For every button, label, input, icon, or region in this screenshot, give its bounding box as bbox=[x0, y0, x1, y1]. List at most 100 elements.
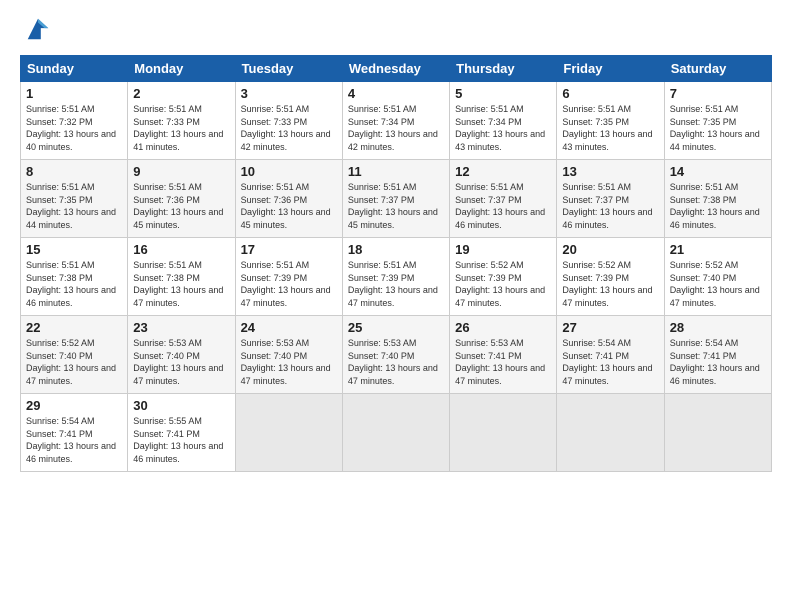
day-info: Sunrise: 5:53 AMSunset: 7:40 PMDaylight:… bbox=[241, 338, 331, 386]
day-number: 8 bbox=[26, 164, 122, 179]
calendar-day: 6 Sunrise: 5:51 AMSunset: 7:35 PMDaylight… bbox=[557, 82, 664, 160]
day-info: Sunrise: 5:51 AMSunset: 7:35 PMDaylight:… bbox=[26, 182, 116, 230]
day-number: 19 bbox=[455, 242, 551, 257]
calendar-week-1: 1Sunrise: 5:51 AMSunset: 7:32 PMDaylight… bbox=[21, 82, 772, 160]
day-info: Sunrise: 5:51 AMSunset: 7:34 PMDaylight:… bbox=[348, 104, 438, 152]
day-info: Sunrise: 5:51 AMSunset: 7:37 PMDaylight:… bbox=[562, 182, 652, 230]
day-info: Sunrise: 5:55 AMSunset: 7:41 PMDaylight:… bbox=[133, 416, 223, 464]
calendar-day: 20 Sunrise: 5:52 AMSunset: 7:39 PMDayligh… bbox=[557, 238, 664, 316]
calendar-week-2: 8 Sunrise: 5:51 AMSunset: 7:35 PMDaylight… bbox=[21, 160, 772, 238]
day-info: Sunrise: 5:51 AMSunset: 7:36 PMDaylight:… bbox=[133, 182, 223, 230]
day-number: 14 bbox=[670, 164, 766, 179]
logo bbox=[20, 15, 52, 43]
day-info: Sunrise: 5:51 AMSunset: 7:34 PMDaylight:… bbox=[455, 104, 545, 152]
day-info: Sunrise: 5:52 AMSunset: 7:39 PMDaylight:… bbox=[455, 260, 545, 308]
day-info: Sunrise: 5:53 AMSunset: 7:40 PMDaylight:… bbox=[348, 338, 438, 386]
calendar-table: SundayMondayTuesdayWednesdayThursdayFrid… bbox=[20, 55, 772, 472]
day-number: 30 bbox=[133, 398, 229, 413]
day-info: Sunrise: 5:51 AMSunset: 7:35 PMDaylight:… bbox=[562, 104, 652, 152]
weekday-header-friday: Friday bbox=[557, 56, 664, 82]
calendar-day: 28 Sunrise: 5:54 AMSunset: 7:41 PMDayligh… bbox=[664, 316, 771, 394]
calendar-day: 22 Sunrise: 5:52 AMSunset: 7:40 PMDayligh… bbox=[21, 316, 128, 394]
day-number: 5 bbox=[455, 86, 551, 101]
day-number: 17 bbox=[241, 242, 337, 257]
day-number: 6 bbox=[562, 86, 658, 101]
calendar-day: 1Sunrise: 5:51 AMSunset: 7:32 PMDaylight… bbox=[21, 82, 128, 160]
day-number: 26 bbox=[455, 320, 551, 335]
weekday-header-thursday: Thursday bbox=[450, 56, 557, 82]
day-number: 25 bbox=[348, 320, 444, 335]
calendar-day: 29 Sunrise: 5:54 AMSunset: 7:41 PMDayligh… bbox=[21, 394, 128, 472]
day-info: Sunrise: 5:51 AMSunset: 7:33 PMDaylight:… bbox=[241, 104, 331, 152]
weekday-header-saturday: Saturday bbox=[664, 56, 771, 82]
day-info: Sunrise: 5:51 AMSunset: 7:35 PMDaylight:… bbox=[670, 104, 760, 152]
day-info: Sunrise: 5:51 AMSunset: 7:38 PMDaylight:… bbox=[133, 260, 223, 308]
day-info: Sunrise: 5:54 AMSunset: 7:41 PMDaylight:… bbox=[26, 416, 116, 464]
weekday-header-row: SundayMondayTuesdayWednesdayThursdayFrid… bbox=[21, 56, 772, 82]
day-number: 21 bbox=[670, 242, 766, 257]
calendar-day: 12Sunrise: 5:51 AMSunset: 7:37 PMDayligh… bbox=[450, 160, 557, 238]
day-number: 4 bbox=[348, 86, 444, 101]
day-info: Sunrise: 5:54 AMSunset: 7:41 PMDaylight:… bbox=[562, 338, 652, 386]
calendar-day: 13 Sunrise: 5:51 AMSunset: 7:37 PMDayligh… bbox=[557, 160, 664, 238]
calendar-week-5: 29 Sunrise: 5:54 AMSunset: 7:41 PMDayligh… bbox=[21, 394, 772, 472]
calendar-day: 5 Sunrise: 5:51 AMSunset: 7:34 PMDaylight… bbox=[450, 82, 557, 160]
day-info: Sunrise: 5:51 AMSunset: 7:38 PMDaylight:… bbox=[670, 182, 760, 230]
calendar-day: 16 Sunrise: 5:51 AMSunset: 7:38 PMDayligh… bbox=[128, 238, 235, 316]
day-number: 10 bbox=[241, 164, 337, 179]
calendar-day: 21Sunrise: 5:52 AMSunset: 7:40 PMDayligh… bbox=[664, 238, 771, 316]
day-info: Sunrise: 5:52 AMSunset: 7:39 PMDaylight:… bbox=[562, 260, 652, 308]
day-number: 29 bbox=[26, 398, 122, 413]
day-number: 2 bbox=[133, 86, 229, 101]
day-info: Sunrise: 5:51 AMSunset: 7:36 PMDaylight:… bbox=[241, 182, 331, 230]
calendar-day bbox=[450, 394, 557, 472]
day-info: Sunrise: 5:51 AMSunset: 7:39 PMDaylight:… bbox=[241, 260, 331, 308]
header bbox=[20, 15, 772, 43]
calendar-day: 26 Sunrise: 5:53 AMSunset: 7:41 PMDayligh… bbox=[450, 316, 557, 394]
calendar-day: 4 Sunrise: 5:51 AMSunset: 7:34 PMDaylight… bbox=[342, 82, 449, 160]
calendar-week-4: 22 Sunrise: 5:52 AMSunset: 7:40 PMDayligh… bbox=[21, 316, 772, 394]
calendar-day: 27 Sunrise: 5:54 AMSunset: 7:41 PMDayligh… bbox=[557, 316, 664, 394]
day-number: 24 bbox=[241, 320, 337, 335]
day-number: 16 bbox=[133, 242, 229, 257]
day-number: 22 bbox=[26, 320, 122, 335]
day-number: 3 bbox=[241, 86, 337, 101]
calendar-day: 14 Sunrise: 5:51 AMSunset: 7:38 PMDayligh… bbox=[664, 160, 771, 238]
day-number: 20 bbox=[562, 242, 658, 257]
day-number: 13 bbox=[562, 164, 658, 179]
day-number: 23 bbox=[133, 320, 229, 335]
main-container: SundayMondayTuesdayWednesdayThursdayFrid… bbox=[0, 0, 792, 482]
day-info: Sunrise: 5:51 AMSunset: 7:33 PMDaylight:… bbox=[133, 104, 223, 152]
day-info: Sunrise: 5:52 AMSunset: 7:40 PMDaylight:… bbox=[26, 338, 116, 386]
day-number: 18 bbox=[348, 242, 444, 257]
calendar-day: 7Sunrise: 5:51 AMSunset: 7:35 PMDaylight… bbox=[664, 82, 771, 160]
calendar-day: 19 Sunrise: 5:52 AMSunset: 7:39 PMDayligh… bbox=[450, 238, 557, 316]
day-info: Sunrise: 5:51 AMSunset: 7:39 PMDaylight:… bbox=[348, 260, 438, 308]
calendar-day: 18 Sunrise: 5:51 AMSunset: 7:39 PMDayligh… bbox=[342, 238, 449, 316]
weekday-header-monday: Monday bbox=[128, 56, 235, 82]
calendar-day bbox=[235, 394, 342, 472]
day-number: 27 bbox=[562, 320, 658, 335]
weekday-header-wednesday: Wednesday bbox=[342, 56, 449, 82]
calendar-day: 30 Sunrise: 5:55 AMSunset: 7:41 PMDayligh… bbox=[128, 394, 235, 472]
day-info: Sunrise: 5:51 AMSunset: 7:37 PMDaylight:… bbox=[455, 182, 545, 230]
weekday-header-tuesday: Tuesday bbox=[235, 56, 342, 82]
day-info: Sunrise: 5:53 AMSunset: 7:41 PMDaylight:… bbox=[455, 338, 545, 386]
calendar-day: 9Sunrise: 5:51 AMSunset: 7:36 PMDaylight… bbox=[128, 160, 235, 238]
day-info: Sunrise: 5:54 AMSunset: 7:41 PMDaylight:… bbox=[670, 338, 760, 386]
calendar-day: 24 Sunrise: 5:53 AMSunset: 7:40 PMDayligh… bbox=[235, 316, 342, 394]
calendar-day: 17 Sunrise: 5:51 AMSunset: 7:39 PMDayligh… bbox=[235, 238, 342, 316]
calendar-day bbox=[342, 394, 449, 472]
day-number: 28 bbox=[670, 320, 766, 335]
day-number: 1 bbox=[26, 86, 122, 101]
calendar-day: 2 Sunrise: 5:51 AMSunset: 7:33 PMDaylight… bbox=[128, 82, 235, 160]
day-info: Sunrise: 5:51 AMSunset: 7:38 PMDaylight:… bbox=[26, 260, 116, 308]
calendar-day bbox=[557, 394, 664, 472]
calendar-day: 8 Sunrise: 5:51 AMSunset: 7:35 PMDaylight… bbox=[21, 160, 128, 238]
weekday-header-sunday: Sunday bbox=[21, 56, 128, 82]
calendar-day: 10 Sunrise: 5:51 AMSunset: 7:36 PMDayligh… bbox=[235, 160, 342, 238]
calendar-day: 23 Sunrise: 5:53 AMSunset: 7:40 PMDayligh… bbox=[128, 316, 235, 394]
day-number: 15 bbox=[26, 242, 122, 257]
calendar-day: 3 Sunrise: 5:51 AMSunset: 7:33 PMDaylight… bbox=[235, 82, 342, 160]
day-info: Sunrise: 5:53 AMSunset: 7:40 PMDaylight:… bbox=[133, 338, 223, 386]
